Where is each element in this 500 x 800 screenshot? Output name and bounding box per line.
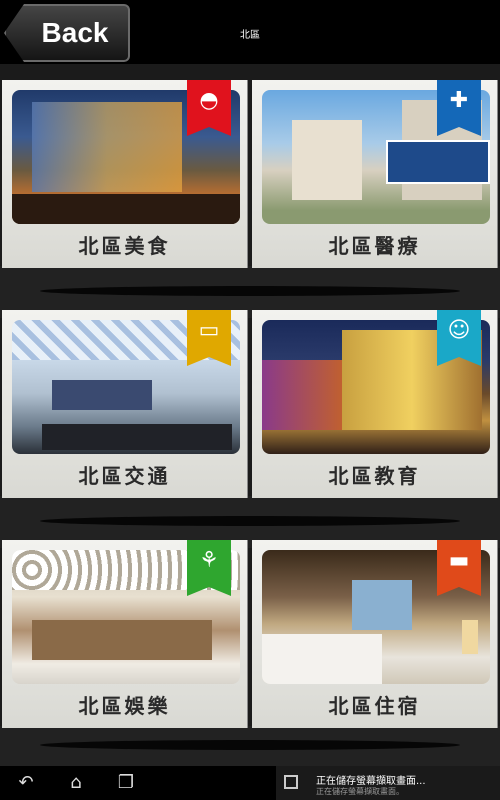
left-wing <box>262 360 342 430</box>
category-card-transport[interactable]: ▭ 北區交通 <box>2 310 248 498</box>
category-card-food[interactable]: ◓ 北區美食 <box>2 80 248 268</box>
student-icon: ☺ <box>447 318 471 343</box>
category-card-entertainment[interactable]: ⚘ 北區娛樂 <box>2 540 248 728</box>
category-label: 北區娛樂 <box>78 694 171 718</box>
display-counter <box>32 620 212 660</box>
screenshot-icon <box>284 775 298 789</box>
notification-toast[interactable]: 正在儲存螢幕擷取畫面... 正在儲存螢幕擷取畫面。 <box>276 766 500 800</box>
balloons-icon: ⚘ <box>199 548 219 573</box>
brush-stroke <box>40 286 460 296</box>
notification-subtitle: 正在儲存螢幕擷取畫面。 <box>316 787 404 796</box>
category-label: 北區醫療 <box>328 234 421 258</box>
back-nav-icon[interactable]: ↶ <box>14 772 38 793</box>
category-card-medical[interactable]: ✚ 北區醫療 <box>252 80 498 268</box>
hospital-sign <box>386 140 490 184</box>
first-aid-kit-icon: ✚ <box>449 88 469 113</box>
brush-stroke <box>40 516 460 526</box>
category-label: 北區住宿 <box>328 694 421 718</box>
category-label: 北區美食 <box>78 234 171 258</box>
building-shadow <box>12 194 240 224</box>
recent-apps-icon[interactable]: ❐ <box>114 772 138 793</box>
window <box>352 580 412 630</box>
notification-title: 正在儲存螢幕擷取畫面... <box>316 776 426 787</box>
bed-icon: ▬ <box>448 548 470 573</box>
category-label: 北區交通 <box>78 464 171 488</box>
home-icon[interactable]: ⌂ <box>64 772 88 793</box>
hospital-tower <box>292 120 362 200</box>
category-grid: ◓ 北區美食 ✚ 北區醫療 ▭ 北區交通 ☺ 北區教育 ⚘ 北區娛樂 ▬ 北區住… <box>0 64 500 766</box>
bun-icon: ◓ <box>199 88 219 113</box>
page-title: 北區 <box>240 30 260 41</box>
top-bar: Back 北區 <box>0 0 500 64</box>
lamp <box>462 620 478 654</box>
category-label: 北區教育 <box>328 464 421 488</box>
brush-stroke <box>40 740 460 750</box>
row-divider <box>0 726 500 766</box>
mural-wall <box>52 380 152 410</box>
bus-icon: ▭ <box>198 318 220 343</box>
category-card-lodging[interactable]: ▬ 北區住宿 <box>252 540 498 728</box>
category-card-education[interactable]: ☺ 北區教育 <box>252 310 498 498</box>
seating-row <box>42 424 232 450</box>
bed <box>262 634 382 684</box>
building-facade <box>32 102 182 192</box>
